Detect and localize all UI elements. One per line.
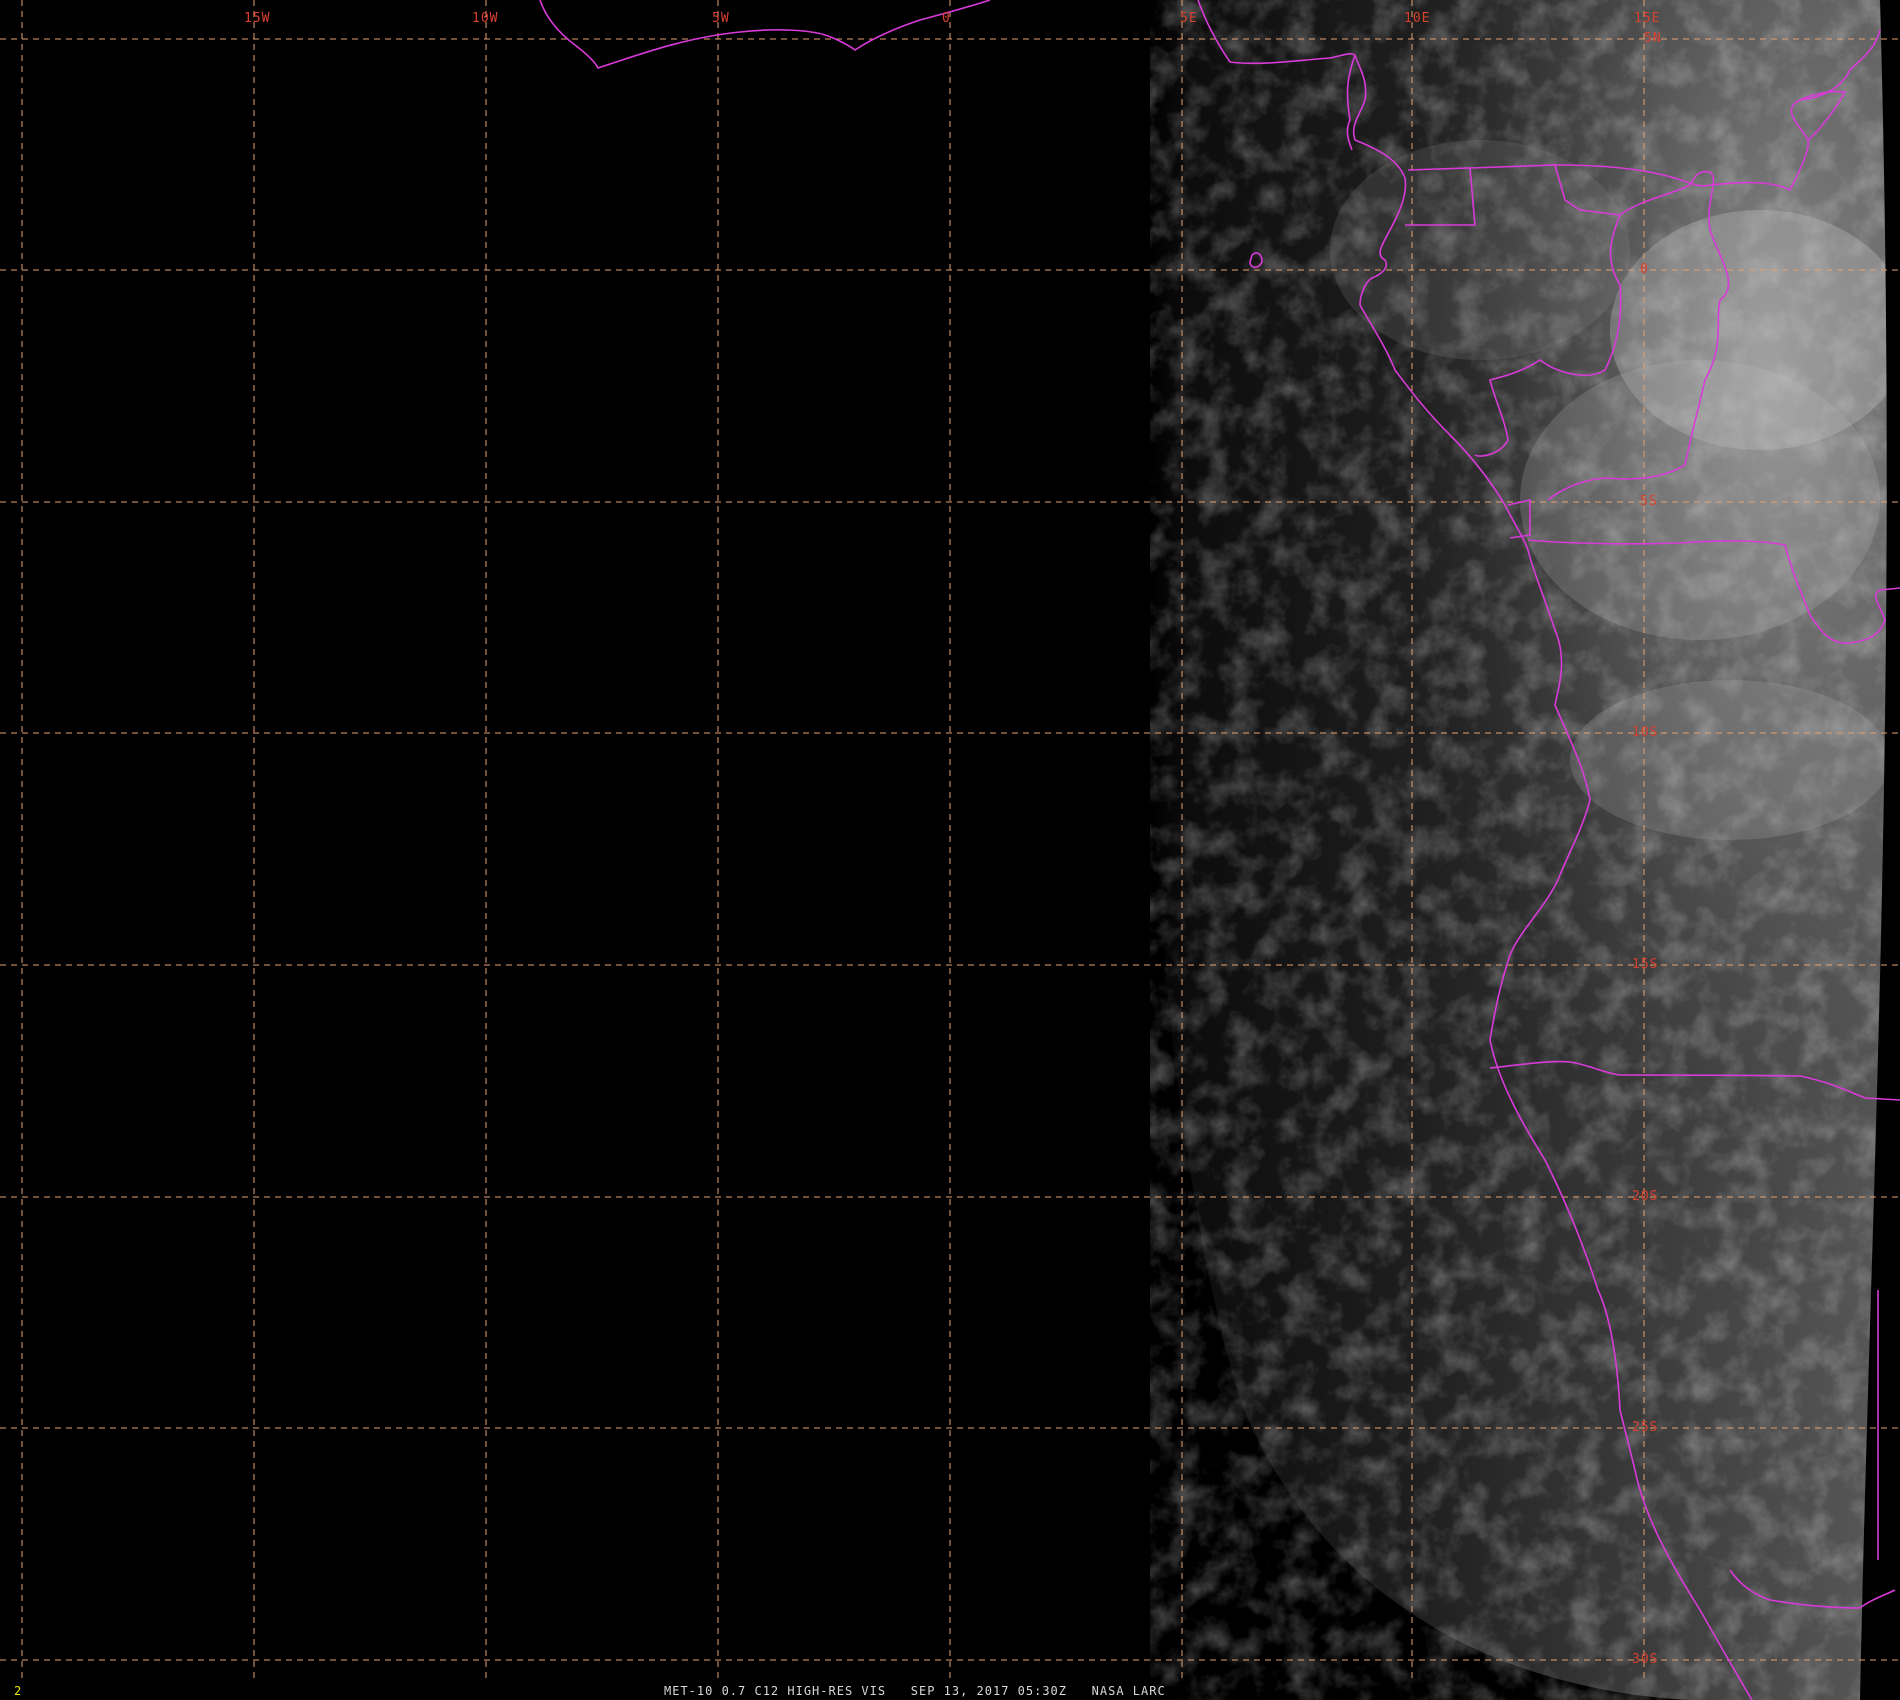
satellite-imagery [1150,0,1900,1700]
lon-label-5w: 5W [712,11,730,26]
lon-label-0: 0 [942,11,951,26]
lat-label-5s: 5S [1640,494,1658,509]
lon-label-10e: 10E [1404,11,1430,26]
lon-label-15e: 15E [1634,11,1660,26]
lon-label-10w: 10W [472,11,498,26]
cloud-mass [1330,140,1630,360]
lat-label-15s: 15S [1632,957,1658,972]
frame-number: 2 [14,1684,23,1698]
lat-label-30s: 30S [1632,1652,1658,1667]
lat-label-0: 0 [1640,262,1649,277]
lat-label-5n: 5N [1644,31,1662,46]
lat-label-10s: 10S [1632,725,1658,740]
lat-label-20s: 20S [1632,1189,1658,1204]
lat-label-25s: 25S [1632,1420,1658,1435]
image-caption: MET-10 0.7 C12 HIGH-RES VIS SEP 13, 2017… [664,1684,1166,1698]
status-footer: 2 MET-10 0.7 C12 HIGH-RES VIS SEP 13, 20… [0,1680,1900,1700]
lon-label-5e: 5E [1180,11,1198,26]
west-africa-coastline [539,0,991,69]
cloud-mass [1570,680,1890,840]
lon-label-15w: 15W [244,11,270,26]
satellite-map: 15W 10W 5W 0 5E 10E 15E 5N 0 5S 10S 15S … [0,0,1900,1700]
